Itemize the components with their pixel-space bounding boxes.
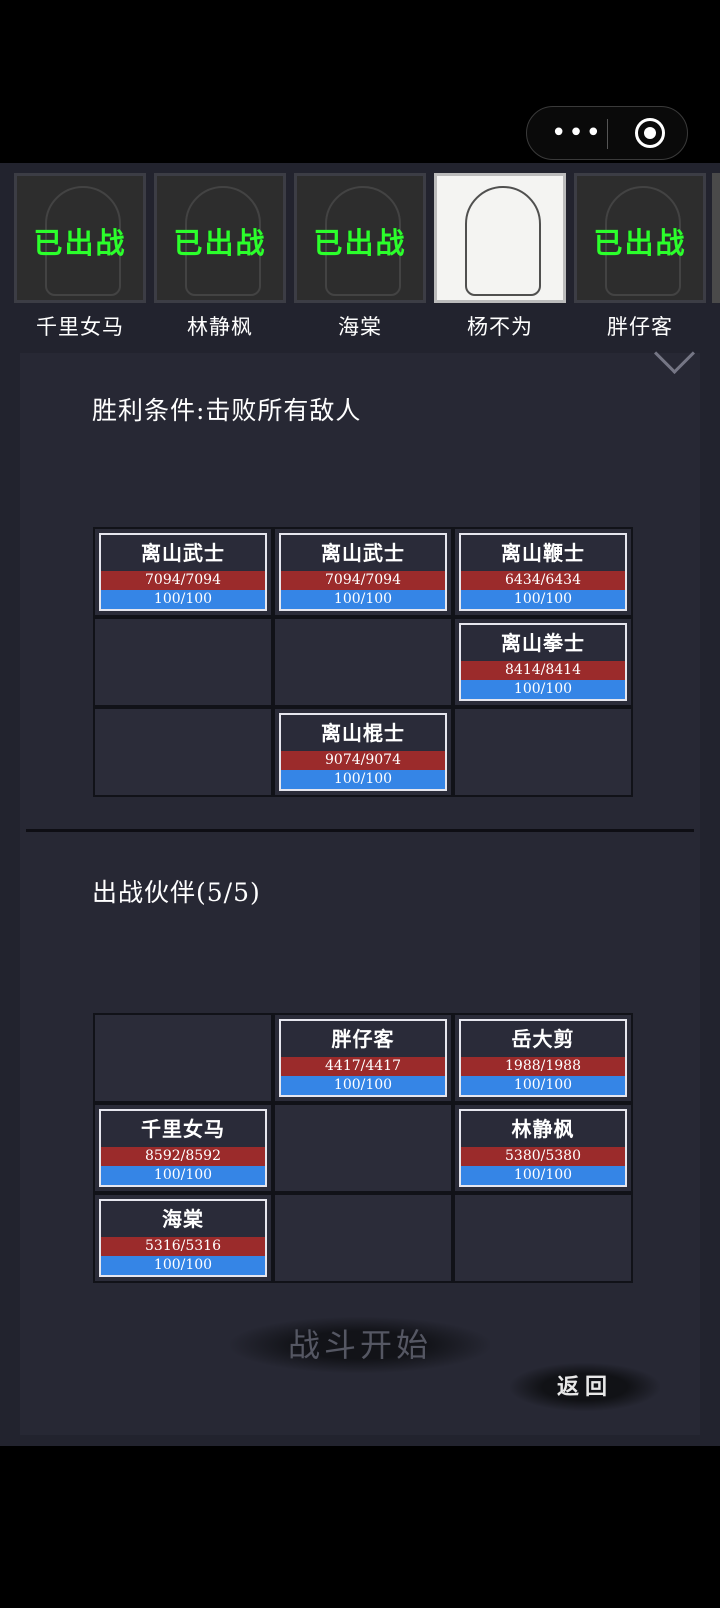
unit-name: 离山拳士 [501, 631, 585, 655]
formation-cell[interactable]: 林静枫 5380/5380 100/100 [455, 1105, 631, 1191]
mp-bar: 100/100 [281, 590, 445, 609]
hp-bar: 8592/8592 [101, 1147, 265, 1166]
formation-cell[interactable]: 离山武士 7094/7094 100/100 [95, 529, 271, 615]
partner-card[interactable]: 千里女马 8592/8592 100/100 [99, 1109, 267, 1187]
target-circle-icon[interactable] [635, 118, 665, 148]
deployed-status: 已出战 [593, 226, 687, 260]
mp-bar: 100/100 [281, 770, 445, 789]
section-divider [26, 829, 694, 832]
back-button[interactable]: 返回 [510, 1363, 660, 1411]
unit-name: 离山棍士 [321, 721, 405, 745]
deployed-status: 已出战 [313, 226, 407, 260]
more-dots-icon[interactable]: ••• [551, 119, 603, 147]
mp-bar: 100/100 [461, 590, 625, 609]
roster-slot-2[interactable]: 已出战 林静枫 [154, 173, 286, 341]
enemy-card[interactable]: 离山武士 7094/7094 100/100 [99, 533, 267, 611]
formation-cell-empty[interactable] [95, 619, 271, 705]
character-name: 胖仔客 [607, 315, 673, 339]
enemy-card[interactable]: 离山武士 7094/7094 100/100 [279, 533, 447, 611]
mp-bar: 100/100 [101, 1256, 265, 1275]
formation-cell-empty[interactable] [275, 619, 451, 705]
battle-panel: 胜利条件:击败所有敌人 离山武士 7094/7094 100/100 离山武士 … [20, 332, 700, 1435]
partner-formation-grid: 胖仔客 4417/4417 100/100 岳大剪 1988/1988 100/… [93, 1013, 633, 1283]
formation-cell-empty[interactable] [95, 1015, 271, 1101]
unit-name: 离山武士 [321, 541, 405, 565]
formation-cell[interactable]: 千里女马 8592/8592 100/100 [95, 1105, 271, 1191]
mini-program-capsule: ••• [526, 106, 688, 160]
formation-cell[interactable]: 岳大剪 1988/1988 100/100 [455, 1015, 631, 1101]
hp-bar: 7094/7094 [281, 571, 445, 590]
formation-cell[interactable]: 胖仔客 4417/4417 100/100 [275, 1015, 451, 1101]
character-figure-icon [465, 186, 541, 296]
partner-card[interactable]: 林静枫 5380/5380 100/100 [459, 1109, 627, 1187]
deployed-status: 已出战 [173, 226, 267, 260]
formation-cell[interactable]: 离山鞭士 6434/6434 100/100 [455, 529, 631, 615]
roster-slot-1[interactable]: 已出战 千里女马 [14, 173, 146, 341]
roster-slot-4[interactable]: 杨不为 [434, 173, 566, 341]
partner-count-title: 出战伙伴(5/5) [92, 878, 261, 907]
enemy-card[interactable]: 离山鞭士 6434/6434 100/100 [459, 533, 627, 611]
hp-bar: 6434/6434 [461, 571, 625, 590]
hp-bar: 7094/7094 [101, 571, 265, 590]
formation-cell[interactable]: 海棠 5316/5316 100/100 [95, 1195, 271, 1281]
character-portrait[interactable]: 已出战 [14, 173, 146, 303]
unit-name: 林静枫 [511, 1117, 575, 1141]
mp-bar: 100/100 [461, 1166, 625, 1185]
formation-cell-empty[interactable] [455, 709, 631, 795]
character-name: 林静枫 [187, 315, 253, 339]
unit-name: 离山武士 [141, 541, 225, 565]
victory-condition: 胜利条件:击败所有敌人 [92, 396, 362, 425]
unit-name: 岳大剪 [511, 1027, 575, 1051]
roster-row: 已出战 千里女马 已出战 林静枫 已出战 海棠 杨不为 已出战 胖仔客 [0, 173, 720, 343]
unit-name: 胖仔客 [331, 1027, 395, 1051]
formation-cell-empty[interactable] [455, 1195, 631, 1281]
partner-card[interactable]: 胖仔客 4417/4417 100/100 [279, 1019, 447, 1097]
battle-setup-screen: 已出战 千里女马 已出战 林静枫 已出战 海棠 杨不为 已出战 胖仔客 胜利条件… [0, 163, 720, 1446]
enemy-card[interactable]: 离山拳士 8414/8414 100/100 [459, 623, 627, 701]
hp-bar: 9074/9074 [281, 751, 445, 770]
enemy-card[interactable]: 离山棍士 9074/9074 100/100 [279, 713, 447, 791]
partner-card[interactable]: 岳大剪 1988/1988 100/100 [459, 1019, 627, 1097]
hp-bar: 5316/5316 [101, 1237, 265, 1256]
mp-bar: 100/100 [461, 680, 625, 699]
hp-bar: 4417/4417 [281, 1057, 445, 1076]
deployed-status: 已出战 [33, 226, 127, 260]
partner-card[interactable]: 海棠 5316/5316 100/100 [99, 1199, 267, 1277]
start-battle-button[interactable]: 战斗开始 [230, 1317, 490, 1373]
formation-cell[interactable]: 离山棍士 9074/9074 100/100 [275, 709, 451, 795]
formation-cell-empty[interactable] [275, 1105, 451, 1191]
character-name: 千里女马 [36, 315, 124, 339]
roster-overflow-portrait[interactable] [712, 173, 720, 303]
roster-slot-5[interactable]: 已出战 胖仔客 [574, 173, 706, 341]
capsule-separator [607, 119, 608, 149]
hp-bar: 8414/8414 [461, 661, 625, 680]
character-portrait[interactable]: 已出战 [154, 173, 286, 303]
mp-bar: 100/100 [101, 1166, 265, 1185]
enemy-formation-grid: 离山武士 7094/7094 100/100 离山武士 7094/7094 10… [93, 527, 633, 797]
formation-cell[interactable]: 离山拳士 8414/8414 100/100 [455, 619, 631, 705]
hp-bar: 5380/5380 [461, 1147, 625, 1166]
mp-bar: 100/100 [281, 1076, 445, 1095]
mp-bar: 100/100 [461, 1076, 625, 1095]
roster-slot-3[interactable]: 已出战 海棠 [294, 173, 426, 341]
formation-cell-empty[interactable] [275, 1195, 451, 1281]
character-name: 海棠 [338, 315, 382, 339]
unit-name: 海棠 [162, 1207, 204, 1231]
character-portrait[interactable] [434, 173, 566, 303]
mp-bar: 100/100 [101, 590, 265, 609]
formation-cell[interactable]: 离山武士 7094/7094 100/100 [275, 529, 451, 615]
hp-bar: 1988/1988 [461, 1057, 625, 1076]
unit-name: 千里女马 [141, 1117, 225, 1141]
unit-name: 离山鞭士 [501, 541, 585, 565]
character-name: 杨不为 [467, 315, 533, 339]
character-portrait[interactable]: 已出战 [574, 173, 706, 303]
character-portrait[interactable]: 已出战 [294, 173, 426, 303]
formation-cell-empty[interactable] [95, 709, 271, 795]
